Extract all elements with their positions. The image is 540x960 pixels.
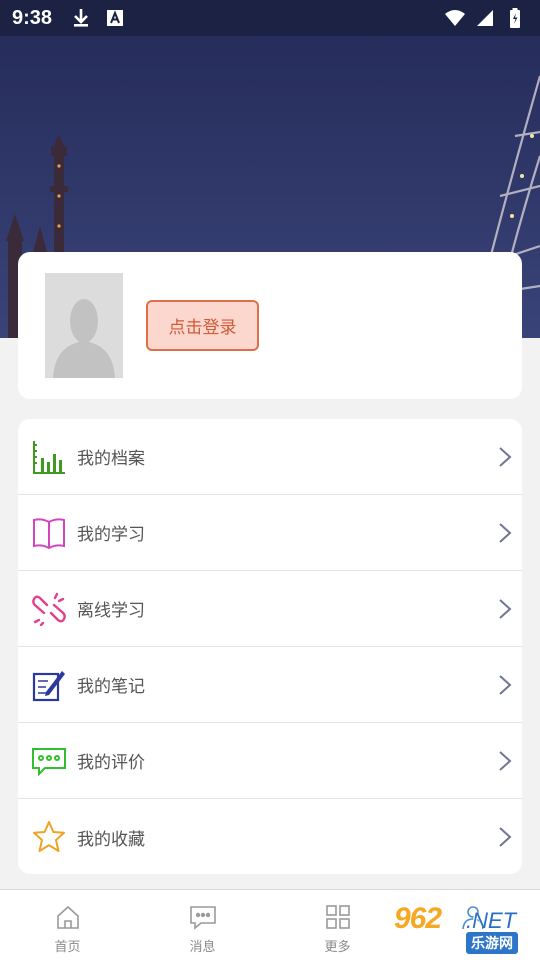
menu-item-label: 我的笔记	[77, 677, 145, 697]
chevron-right-icon	[499, 447, 512, 467]
menu-item-favorites[interactable]: 我的收藏	[18, 799, 522, 874]
text-a-icon	[104, 7, 126, 29]
tab-label: 更多	[324, 940, 351, 955]
menu-item-study[interactable]: 我的学习	[18, 495, 522, 571]
signal-icon	[474, 7, 496, 29]
broken-link-icon	[32, 592, 66, 626]
watermark-net: .NET	[466, 908, 517, 933]
grid-icon	[323, 902, 353, 932]
bar-chart-icon	[32, 440, 66, 474]
tab-messages[interactable]: 消息	[135, 890, 270, 960]
login-button[interactable]: 点击登录	[146, 300, 259, 351]
watermark-brand: 962	[394, 902, 442, 935]
chevron-right-icon	[499, 523, 512, 543]
tab-label: 首页	[54, 940, 81, 955]
tab-label: 消息	[189, 940, 216, 955]
star-icon	[32, 820, 66, 854]
profile-card: 点击登录	[18, 252, 522, 399]
menu-item-label: 我的收藏	[77, 829, 145, 850]
chevron-right-icon	[499, 675, 512, 695]
avatar[interactable]	[45, 273, 123, 378]
chat-bubble-icon	[32, 744, 66, 778]
menu-item-archive[interactable]: 我的档案	[18, 419, 522, 495]
site-watermark: 962 .NET 乐游网	[394, 900, 534, 956]
status-bar: 9:38	[0, 0, 540, 36]
menu-item-offline[interactable]: 离线学习	[18, 571, 522, 647]
menu-list: 我的档案 我的学习 离线学习 我的笔记 我的评价 我的收藏	[18, 419, 522, 874]
home-icon	[53, 902, 83, 932]
chevron-right-icon	[499, 599, 512, 619]
menu-item-notes[interactable]: 我的笔记	[18, 647, 522, 723]
tab-home[interactable]: 首页	[0, 890, 135, 960]
tab-more[interactable]: 更多	[270, 890, 405, 960]
battery-icon	[504, 7, 526, 29]
status-time: 9:38	[12, 6, 53, 29]
watermark-sub: 乐游网	[466, 932, 518, 954]
message-icon	[188, 902, 218, 932]
note-pen-icon	[32, 668, 66, 702]
menu-item-label: 我的学习	[77, 525, 145, 545]
menu-item-label: 我的档案	[77, 449, 145, 469]
open-book-icon	[32, 516, 66, 550]
chevron-right-icon	[499, 827, 512, 847]
wifi-icon	[444, 7, 466, 29]
menu-item-label: 离线学习	[77, 601, 145, 621]
menu-item-reviews[interactable]: 我的评价	[18, 723, 522, 799]
download-icon	[70, 7, 92, 29]
chevron-right-icon	[499, 751, 512, 771]
menu-item-label: 我的评价	[77, 753, 145, 773]
